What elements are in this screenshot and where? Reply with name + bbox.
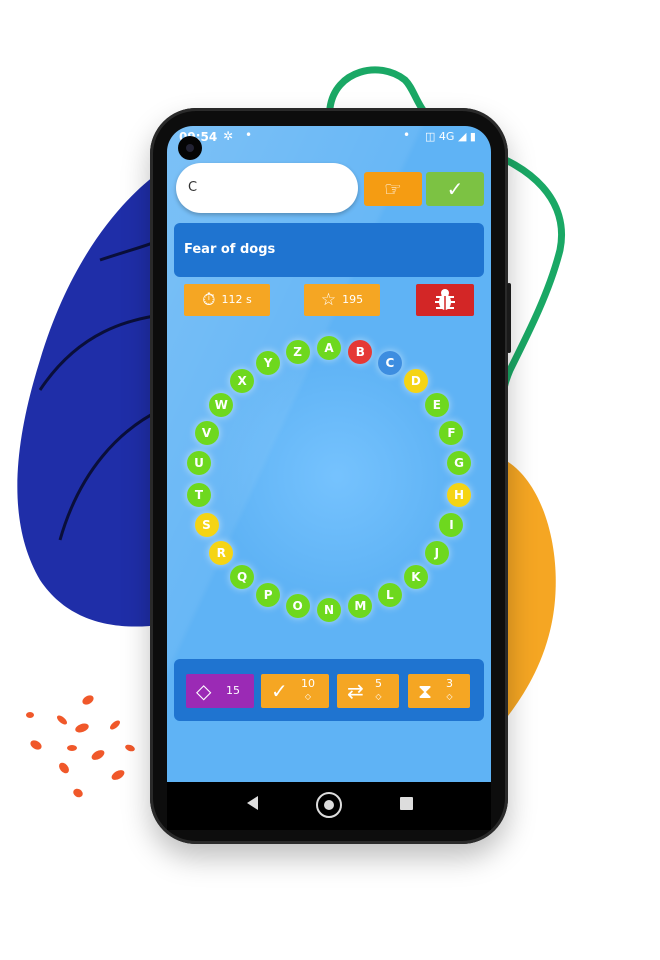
letter-l[interactable]: L <box>377 582 402 607</box>
diamond-icon: ◇ <box>196 679 212 703</box>
letter-p[interactable]: P <box>256 582 281 607</box>
vibrate-icon: ◫ <box>425 130 436 143</box>
swap-cost: 5 ◇ <box>375 678 382 703</box>
time-powerup-button[interactable]: ⧗ 3 ◇ <box>408 674 470 708</box>
front-camera <box>178 136 202 160</box>
navigation-bar <box>167 782 491 830</box>
stopwatch-icon: ⏱ <box>202 290 216 310</box>
time-cost: 3 ◇ <box>446 678 453 703</box>
reveal-cost: 10 ◇ <box>301 678 315 703</box>
submit-button[interactable]: ✓ <box>426 172 484 206</box>
letter-r[interactable]: R <box>209 541 234 566</box>
letter-q[interactable]: Q <box>230 565 255 590</box>
score-badge: ☆ 195 <box>304 284 380 316</box>
back-icon[interactable] <box>247 796 258 810</box>
notification-dot-icon: • <box>403 128 411 142</box>
wheel-glow <box>217 356 457 596</box>
letter-f[interactable]: F <box>439 420 464 445</box>
timer-value: 112 s <box>221 293 252 306</box>
reveal-powerup-button[interactable]: ✓ 10 ◇ <box>261 674 329 708</box>
letter-i[interactable]: I <box>439 513 464 538</box>
score-value: 195 <box>342 293 364 306</box>
letter-b[interactable]: B <box>348 339 373 364</box>
powerup-panel: ◇ 15 ✓ 10 ◇ ⇄ 5 ◇ ⧗ 3 ◇ <box>174 659 484 721</box>
battery-icon: ▮ <box>469 130 476 143</box>
time-cost-value: 3 <box>446 677 453 690</box>
hourglass-icon: ⧗ <box>418 679 433 703</box>
letter-h[interactable]: H <box>447 482 472 507</box>
power-button <box>507 283 511 353</box>
gems-value: 15 <box>226 684 240 697</box>
gem-icon: ◇ <box>304 692 312 701</box>
letter-d[interactable]: D <box>403 368 428 393</box>
letter-g[interactable]: G <box>447 451 472 476</box>
notification-dot-icon: • <box>245 128 253 142</box>
letter-n[interactable]: N <box>317 598 341 622</box>
star-outline-icon: ☆ <box>320 290 337 310</box>
letter-v[interactable]: V <box>194 420 219 445</box>
pointing-hand-icon: ☞ <box>384 177 402 201</box>
letter-z[interactable]: Z <box>285 339 310 364</box>
letter-e[interactable]: E <box>424 392 449 417</box>
network-label: 4G <box>438 130 455 143</box>
letter-w[interactable]: W <box>209 392 234 417</box>
reveal-cost-value: 10 <box>301 677 315 690</box>
signal-icon: ◢ <box>457 130 467 143</box>
orange-confetti <box>26 695 135 798</box>
status-bar: 09:54 ✲ • • ◫ 4G ◢ ▮ <box>167 126 491 148</box>
check-icon: ✓ <box>271 679 288 703</box>
letter-t[interactable]: T <box>186 482 211 507</box>
letter-c[interactable]: C <box>377 351 402 375</box>
home-icon[interactable] <box>316 792 342 818</box>
status-right-icons: ◫ 4G ◢ ▮ <box>425 130 476 143</box>
gem-icon: ◇ <box>446 692 453 701</box>
gems-counter: ◇ 15 <box>186 674 254 708</box>
bug-icon <box>435 289 455 310</box>
timer-badge: ⏱ 112 s <box>184 284 270 316</box>
recents-icon[interactable] <box>400 797 413 810</box>
blue-blob <box>17 170 162 627</box>
letter-y[interactable]: Y <box>256 351 281 375</box>
check-icon: ✓ <box>446 177 464 201</box>
hint-button[interactable]: ☞ <box>364 172 422 206</box>
letter-j[interactable]: J <box>424 541 449 566</box>
app-screen: 09:54 ✲ • • ◫ 4G ◢ ▮ C ☞ ✓ Fear of dogs … <box>167 126 491 782</box>
letter-o[interactable]: O <box>285 594 310 619</box>
fan-icon: ✲ <box>223 129 234 143</box>
question-text: Fear of dogs <box>174 223 484 277</box>
swap-arrows-icon: ⇄ <box>347 679 364 703</box>
letter-m[interactable]: M <box>348 594 373 619</box>
answer-input[interactable]: C <box>176 163 358 213</box>
report-bug-button[interactable] <box>416 284 474 316</box>
orange-blob <box>505 460 556 720</box>
letter-a[interactable]: A <box>317 336 341 360</box>
letter-k[interactable]: K <box>403 565 428 590</box>
gem-icon: ◇ <box>375 692 382 701</box>
letter-x[interactable]: X <box>230 368 255 393</box>
swap-powerup-button[interactable]: ⇄ 5 ◇ <box>337 674 399 708</box>
swap-cost-value: 5 <box>375 677 382 690</box>
letter-u[interactable]: U <box>186 451 211 476</box>
letter-s[interactable]: S <box>194 513 219 538</box>
